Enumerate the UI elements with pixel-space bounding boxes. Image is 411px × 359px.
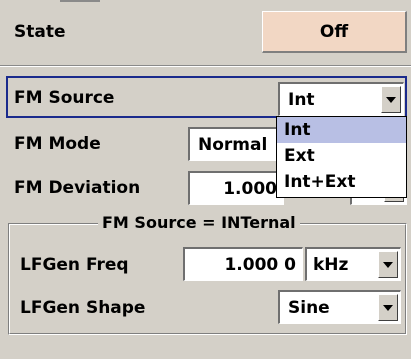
fm-source-combo[interactable]: Int bbox=[278, 82, 404, 116]
chevron-down-icon[interactable] bbox=[378, 294, 398, 321]
fm-deviation-label: FM Deviation bbox=[14, 178, 141, 198]
lfgen-shape-value: Sine bbox=[288, 297, 330, 318]
fm-source-dropdown-list: Int Ext Int+Ext bbox=[276, 116, 407, 198]
lfgen-shape-label: LFGen Shape bbox=[20, 298, 146, 318]
fm-mode-combo[interactable]: Normal bbox=[188, 127, 284, 161]
lfgen-freq-value: 1.000 0 bbox=[224, 254, 296, 275]
state-label: State bbox=[14, 22, 66, 42]
dropdown-option-ext[interactable]: Ext bbox=[277, 143, 406, 169]
fm-mode-value: Normal bbox=[198, 134, 268, 155]
fm-deviation-value: 1.000 bbox=[223, 178, 277, 199]
dropdown-option-int-ext[interactable]: Int+Ext bbox=[277, 169, 406, 195]
fm-deviation-input[interactable]: 1.000 bbox=[188, 171, 284, 205]
lfgen-freq-unit: kHz bbox=[313, 254, 349, 275]
lfgen-shape-combo[interactable]: Sine bbox=[278, 290, 401, 324]
chevron-down-icon[interactable] bbox=[381, 86, 401, 113]
state-off-button[interactable]: Off bbox=[262, 11, 407, 53]
fm-source-label: FM Source bbox=[14, 88, 115, 108]
separator bbox=[0, 65, 411, 67]
top-divider bbox=[60, 0, 100, 2]
fm-source-value: Int bbox=[288, 89, 315, 110]
fm-mode-label: FM Mode bbox=[14, 134, 101, 154]
chevron-down-icon[interactable] bbox=[378, 251, 398, 278]
lfgen-freq-unit-combo[interactable]: kHz bbox=[305, 247, 401, 281]
dropdown-option-int[interactable]: Int bbox=[277, 117, 406, 143]
group-title: FM Source = INTernal bbox=[98, 212, 300, 234]
lfgen-freq-label: LFGen Freq bbox=[20, 255, 129, 275]
lfgen-freq-input[interactable]: 1.000 0 bbox=[183, 247, 303, 281]
